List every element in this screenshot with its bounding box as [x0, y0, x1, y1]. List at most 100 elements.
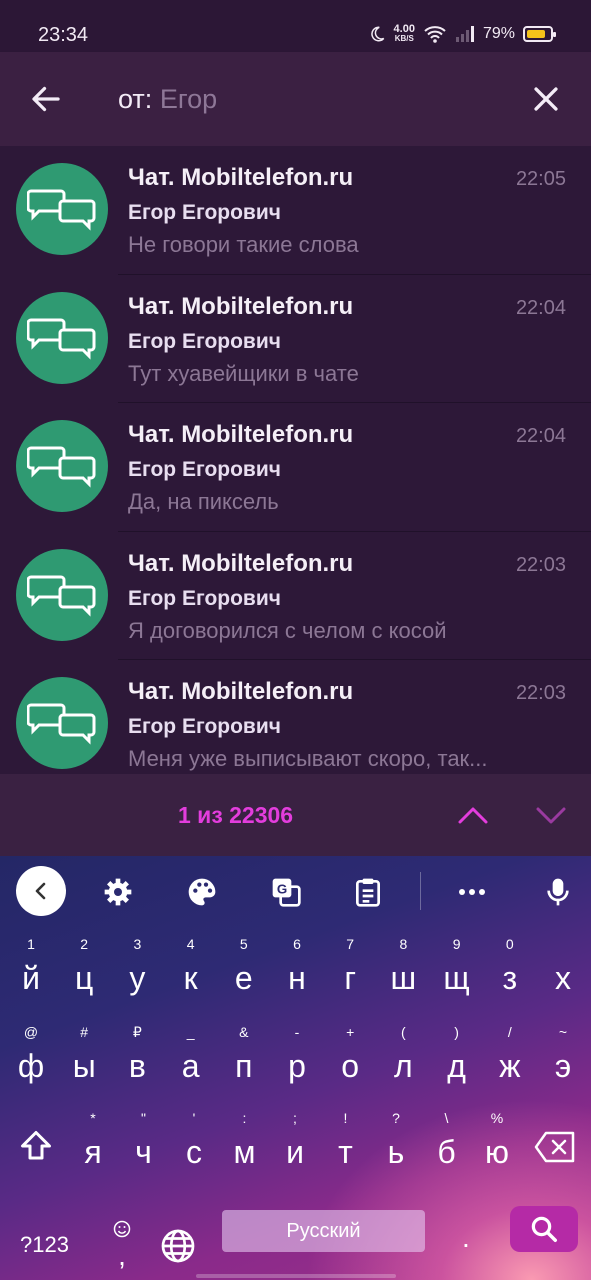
- key[interactable]: ; и: [270, 1110, 320, 1180]
- key-hint: !: [343, 1110, 348, 1126]
- key-hint: 0: [505, 936, 514, 952]
- key[interactable]: ₽ в: [112, 1024, 162, 1094]
- key[interactable]: х: [538, 936, 588, 1006]
- key-label: в: [128, 1048, 146, 1084]
- search-action-key[interactable]: [510, 1206, 578, 1252]
- key[interactable]: 6н: [272, 936, 322, 1006]
- list-item[interactable]: Чат. Mobiltelefon.ru 22:03 Егор Егорович…: [0, 660, 591, 774]
- key[interactable]: @ ф: [6, 1024, 56, 1094]
- key[interactable]: ) д: [432, 1024, 482, 1094]
- key[interactable]: 1й: [6, 936, 56, 1006]
- key-hint: ~: [558, 1024, 568, 1040]
- key[interactable]: ! т: [321, 1110, 371, 1180]
- chat-bubbles-icon: [27, 575, 96, 617]
- chevron-down-icon[interactable]: [534, 800, 568, 830]
- key[interactable]: ' с: [169, 1110, 219, 1180]
- battery-icon: [523, 26, 556, 42]
- space-key[interactable]: Русский: [222, 1210, 425, 1252]
- key[interactable]: 8ш: [378, 936, 428, 1006]
- svg-text:G: G: [277, 881, 287, 896]
- key[interactable]: * я: [68, 1110, 118, 1180]
- key[interactable]: (л: [378, 1024, 428, 1094]
- key[interactable]: ? ь: [371, 1110, 421, 1180]
- key-hint: 7: [346, 936, 355, 952]
- key-hint: @: [23, 1024, 39, 1040]
- backspace-icon[interactable]: [534, 1130, 576, 1164]
- key-label: т: [338, 1134, 353, 1170]
- key-label: з: [502, 960, 518, 996]
- shift-icon[interactable]: [18, 1128, 54, 1164]
- message-text: Тут хуавейщики в чате: [128, 360, 359, 386]
- key-hint: 6: [293, 936, 301, 952]
- key-label: н: [288, 960, 306, 996]
- avatar: [16, 163, 108, 255]
- key[interactable]: / ж: [485, 1024, 535, 1094]
- message-time: 22:04: [515, 425, 566, 447]
- key-label: г: [344, 960, 357, 996]
- close-icon[interactable]: [529, 82, 563, 116]
- message-time: 22:03: [515, 553, 566, 576]
- search-input[interactable]: от: Егор: [118, 84, 217, 115]
- key[interactable]: # ы: [59, 1024, 109, 1094]
- symbols-key[interactable]: ?123: [20, 1232, 69, 1258]
- key-hint: *: [90, 1110, 96, 1126]
- key[interactable]: % ю: [472, 1110, 522, 1180]
- key[interactable]: 5е: [219, 936, 269, 1006]
- search-results-list: Чат. Mobiltelefon.ru 22:05 Егор Егорович…: [0, 146, 591, 774]
- key[interactable]: ~ э: [538, 1024, 588, 1094]
- key-label: х: [555, 960, 571, 996]
- list-item[interactable]: Чат. Mobiltelefon.ru 22:05 Егор Егорович…: [0, 146, 591, 275]
- key[interactable]: " ч: [119, 1110, 169, 1180]
- palette-icon[interactable]: [186, 876, 218, 908]
- key-label: с: [186, 1134, 202, 1170]
- key[interactable]: :м: [220, 1110, 270, 1180]
- avatar: [16, 420, 108, 512]
- list-item[interactable]: Чат. Mobiltelefon.ru 22:04 Егор Егорович…: [0, 403, 591, 532]
- period-key[interactable]: .: [462, 1222, 470, 1254]
- key[interactable]: 9щ: [432, 936, 482, 1006]
- list-item[interactable]: Чат. Mobiltelefon.ru 22:04 Егор Егорович…: [0, 275, 591, 403]
- chat-title: Чат. Mobiltelefon.ru: [128, 678, 354, 705]
- microphone-icon[interactable]: [542, 876, 574, 908]
- arrow-left-icon[interactable]: [28, 81, 64, 117]
- key[interactable]: _ а: [166, 1024, 216, 1094]
- collapse-toolbar-button[interactable]: [16, 866, 66, 916]
- key-label: ф: [17, 1048, 45, 1084]
- key-label: д: [447, 1048, 466, 1084]
- list-item[interactable]: Чат. Mobiltelefon.ru 22:03 Егор Егорович…: [0, 532, 591, 660]
- keyboard-bottom-row: ?123 , Русский .: [0, 1200, 591, 1280]
- chat-title: Чат. Mobiltelefon.ru: [128, 164, 354, 191]
- key[interactable]: 3у: [112, 936, 162, 1006]
- key-label: ч: [135, 1134, 152, 1170]
- key[interactable]: 2ц: [59, 936, 109, 1006]
- key[interactable]: 0з: [485, 936, 535, 1006]
- gear-icon[interactable]: [102, 876, 134, 908]
- globe-icon[interactable]: [160, 1228, 196, 1264]
- comma-emoji-key[interactable]: ,: [108, 1218, 136, 1271]
- key[interactable]: \ б: [422, 1110, 472, 1180]
- key-hint: ₽: [132, 1024, 142, 1040]
- key[interactable]: -р: [272, 1024, 322, 1094]
- more-icon[interactable]: [456, 876, 488, 908]
- message-time: 22:03: [515, 682, 566, 704]
- chat-bubbles-icon: [27, 318, 96, 360]
- key-label: о: [341, 1048, 360, 1084]
- message-text: Меня уже выписывают скоро, так...: [128, 746, 488, 771]
- chevron-up-icon[interactable]: [456, 800, 490, 830]
- message-time: 22:05: [515, 168, 566, 190]
- on-screen-keyboard: G 1й2ц3у4к5е6н7г8ш9щ0зх @ ф # ы ₽ в _ а & п - р + о(л…: [0, 856, 591, 1280]
- wifi-icon: [424, 26, 446, 43]
- chat-bubbles-icon: [27, 703, 96, 745]
- translate-icon[interactable]: G: [270, 876, 302, 908]
- key-hint: %: [490, 1110, 504, 1126]
- key[interactable]: + о: [325, 1024, 375, 1094]
- keyboard-row-3: * я " ч ' с: м; и! т? ь \ б% ю: [0, 1110, 591, 1190]
- key-label: и: [286, 1134, 304, 1170]
- clipboard-icon[interactable]: [352, 876, 384, 908]
- key-label: к: [183, 960, 198, 996]
- key-hint: ": [141, 1110, 146, 1126]
- key[interactable]: & п: [219, 1024, 269, 1094]
- key-hint: _: [186, 1024, 195, 1040]
- key[interactable]: 4к: [166, 936, 216, 1006]
- key[interactable]: 7г: [325, 936, 375, 1006]
